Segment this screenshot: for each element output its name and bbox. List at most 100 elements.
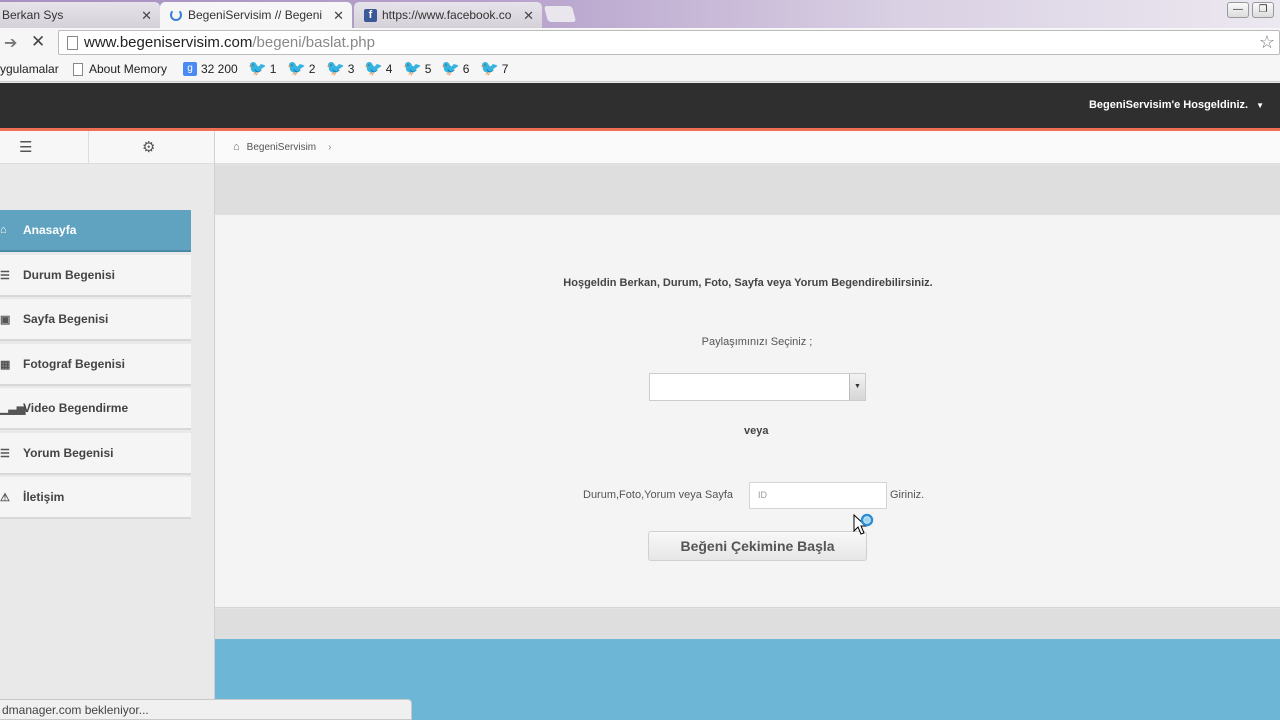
- bookmark-label: 2: [308, 62, 316, 76]
- window-controls: — ❐: [1227, 2, 1274, 18]
- url-text[interactable]: www.begeniservisim.com/begeni/baslat.php: [84, 34, 375, 51]
- tab-title: Berkan Sys: [2, 8, 64, 22]
- url-domain: www.begeniservisim.com: [84, 34, 253, 51]
- id-field-label: Durum,Foto,Yorum veya Sayfa: [583, 489, 733, 501]
- bookmark-twitter-3[interactable]: 🐦 3: [326, 61, 355, 76]
- list-icon: ☰: [0, 269, 10, 282]
- sidebar-item-yorum-begenisi[interactable]: ☰ Yorum Begenisi: [0, 433, 191, 475]
- home-icon: ⌂: [0, 224, 7, 236]
- twitter-icon: 🐦: [403, 60, 422, 77]
- chevron-down-icon[interactable]: ▼: [849, 374, 865, 400]
- site-header: BegeniServisim'e Hosgeldiniz. ▼: [0, 83, 1280, 128]
- bookmark-label: 32 200: [201, 62, 238, 76]
- bookmark-twitter-5[interactable]: 🐦 5: [403, 60, 432, 77]
- page-icon: [73, 62, 83, 76]
- bookmarks-bar: ygulamalar About Memory g 32 200 🐦 1 🐦 2…: [0, 58, 1280, 82]
- close-icon[interactable]: ✕: [141, 8, 152, 24]
- browser-toolbar: ➔ ✕ www.begeniservisim.com/begeni/baslat…: [0, 28, 1280, 58]
- welcome-text: BegeniServisim'e Hosgeldiniz.: [1088, 99, 1249, 111]
- bookmark-twitter-6[interactable]: 🐦 6: [441, 60, 470, 77]
- chevron-down-icon: ▼: [1256, 101, 1264, 110]
- tab-facebook[interactable]: f https://www.facebook.co ✕: [354, 2, 542, 28]
- divider: [88, 131, 89, 164]
- twitter-icon: 🐦: [441, 60, 460, 77]
- sidebar-item-label: Durum Begenisi: [23, 268, 116, 282]
- stop-icon[interactable]: ✕: [31, 32, 45, 52]
- bookmark-label: 4: [385, 62, 393, 76]
- bookmark-google-plus[interactable]: g 32 200: [183, 62, 238, 76]
- sidebar: ☰ ⚙ ⌂ Anasayfa ☰ Durum Begenisi ▣ Sayfa …: [0, 131, 214, 720]
- sidebar-item-fotograf-begenisi[interactable]: ▦ Fotograf Begenisi: [0, 344, 191, 386]
- bookmark-label: 1: [269, 62, 277, 76]
- tab-title: BegeniServisim // Begeni: [188, 8, 323, 22]
- list-icon: ☰: [0, 447, 10, 460]
- twitter-icon: 🐦: [480, 60, 499, 77]
- sidebar-item-label: Fotograf Begenisi: [23, 357, 126, 371]
- signal-icon: ▁▃▅: [0, 402, 26, 415]
- tab-begeniservisim[interactable]: BegeniServisim // Begeni ✕: [160, 2, 352, 28]
- bookmark-twitter-4[interactable]: 🐦 4: [364, 60, 393, 77]
- google-plus-icon: g: [183, 62, 197, 76]
- settings-gears-icon[interactable]: ⚙: [142, 138, 155, 156]
- choose-post-label: Paylaşımınızı Seçiniz ;: [701, 336, 813, 348]
- bookmark-label: 6: [462, 62, 470, 76]
- bookmark-twitter-1[interactable]: 🐦 1: [248, 60, 277, 77]
- bookmark-label: 7: [501, 62, 509, 76]
- url-path: /begeni/baslat.php: [252, 34, 375, 51]
- busy-cursor-icon: [853, 513, 874, 535]
- chevron-right-icon: ›: [328, 141, 332, 153]
- sidebar-item-durum-begenisi[interactable]: ☰ Durum Begenisi: [0, 255, 191, 297]
- bookmark-label: 3: [347, 62, 355, 76]
- user-menu[interactable]: BegeniServisim'e Hosgeldiniz. ▼: [1089, 99, 1264, 111]
- address-bar[interactable]: www.begeniservisim.com/begeni/baslat.php…: [58, 30, 1280, 55]
- enter-label: Giriniz.: [890, 489, 925, 501]
- browser-tab-bar: Berkan Sys ✕ BegeniServisim // Begeni ✕ …: [0, 0, 1280, 28]
- page-icon: [67, 36, 78, 50]
- twitter-icon: 🐦: [287, 60, 306, 77]
- menu-toggle-icon[interactable]: ☰: [19, 138, 32, 156]
- forward-icon[interactable]: ➔: [4, 33, 17, 53]
- bookmark-twitter-2[interactable]: 🐦 2: [287, 60, 316, 77]
- tab-berkan-sys[interactable]: Berkan Sys ✕: [0, 2, 160, 28]
- sidebar-item-label: Sayfa Begenisi: [23, 312, 109, 326]
- sidebar-item-video-begendirme[interactable]: ▁▃▅ Video Begendirme: [0, 388, 191, 430]
- close-icon[interactable]: ✕: [523, 8, 534, 24]
- bookmark-about-memory[interactable]: About Memory: [73, 62, 167, 76]
- bookmark-apps[interactable]: ygulamalar: [0, 62, 59, 76]
- twitter-icon: 🐦: [248, 60, 267, 77]
- twitter-icon: 🐦: [364, 60, 383, 77]
- content-divider-band: [215, 609, 1280, 639]
- id-input-placeholder: ID: [758, 490, 767, 500]
- sidebar-toolbar: ☰ ⚙: [0, 131, 214, 164]
- or-label: veya: [744, 425, 769, 437]
- sidebar-item-label: Yorum Begenisi: [23, 446, 114, 460]
- breadcrumb-item[interactable]: BegeniServisim: [247, 142, 316, 153]
- sidebar-item-label: Anasayfa: [23, 223, 77, 237]
- id-input[interactable]: ID: [749, 482, 887, 509]
- sidebar-item-label: Video Begendirme: [23, 401, 129, 415]
- browser-status-bar: dmanager.com bekleniyor...: [0, 699, 412, 720]
- tab-title: https://www.facebook.co: [382, 8, 512, 22]
- start-begeni-button[interactable]: Beğeni Çekimine Başla: [648, 531, 867, 561]
- new-tab-button[interactable]: [543, 6, 577, 22]
- sidebar-item-anasayfa[interactable]: ⌂ Anasayfa: [0, 210, 191, 252]
- welcome-message: Hoşgeldin Berkan, Durum, Foto, Sayfa vey…: [563, 277, 933, 289]
- bookmark-label: 5: [424, 62, 432, 76]
- begeni-form-panel: Hoşgeldin Berkan, Durum, Foto, Sayfa vey…: [215, 215, 1280, 608]
- home-icon[interactable]: ⌂: [233, 141, 240, 153]
- breadcrumb: ⌂ BegeniServisim ›: [215, 131, 1280, 164]
- close-icon[interactable]: ✕: [333, 8, 344, 24]
- page-subheader: [215, 165, 1280, 215]
- sidebar-item-label: İletişim: [23, 490, 65, 504]
- sidebar-item-iletisim[interactable]: ⚠ İletişim: [0, 477, 191, 519]
- bookmark-twitter-7[interactable]: 🐦 7: [480, 60, 509, 77]
- bookmark-label: ygulamalar: [0, 62, 59, 76]
- post-select[interactable]: ▼: [649, 373, 866, 401]
- main-content: ⌂ BegeniServisim › Hoşgeldin Berkan, Dur…: [214, 131, 1280, 720]
- minimize-icon[interactable]: —: [1227, 2, 1249, 18]
- warning-icon: ⚠: [0, 491, 10, 504]
- image-icon: ▣: [0, 313, 11, 326]
- restore-icon[interactable]: ❐: [1252, 2, 1274, 18]
- sidebar-item-sayfa-begenisi[interactable]: ▣ Sayfa Begenisi: [0, 299, 191, 341]
- bookmark-star-icon[interactable]: ☆: [1259, 32, 1275, 53]
